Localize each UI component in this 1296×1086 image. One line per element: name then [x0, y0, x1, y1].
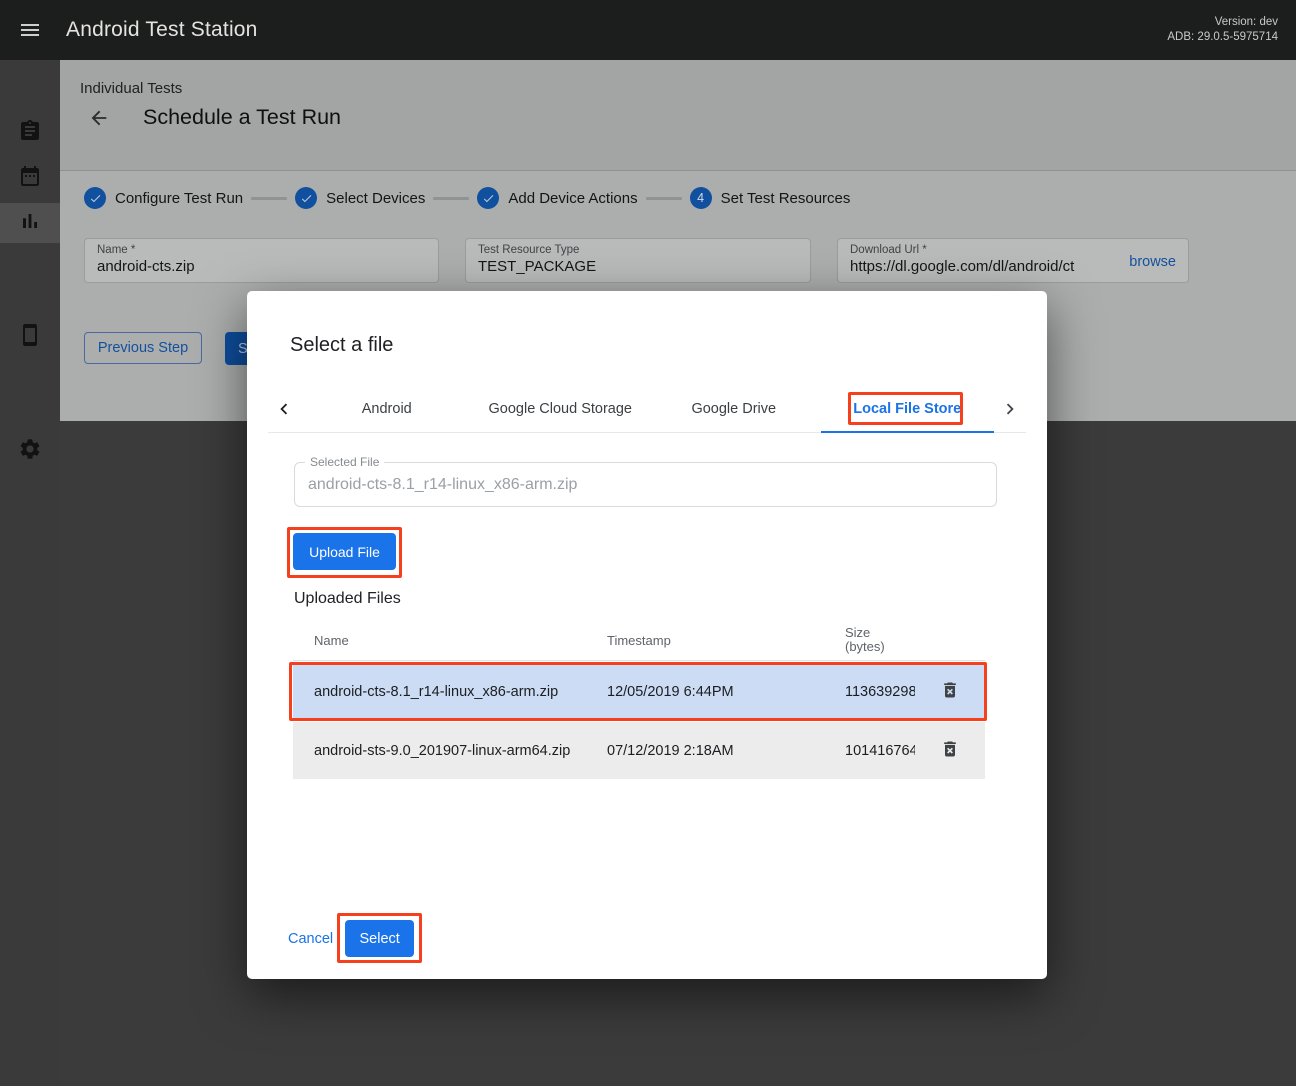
column-header-timestamp: Timestamp [607, 633, 845, 648]
trash-icon [940, 739, 960, 762]
gear-icon [18, 437, 42, 466]
field-label: Download Url * [850, 244, 1176, 256]
timestamp-cell: 07/12/2019 2:18AM [607, 743, 845, 759]
page-title: Schedule a Test Run [143, 105, 341, 130]
step-done-check-icon [84, 187, 106, 209]
field-value: https://dl.google.com/dl/android/ct [850, 258, 1108, 275]
calendar-icon [18, 164, 42, 193]
tab-label: Local File Store [853, 401, 961, 417]
test-resource-fields: Name * android-cts.zip Test Resource Typ… [84, 238, 1189, 283]
back-arrow-icon[interactable] [88, 107, 110, 129]
download-url-field[interactable]: Download Url * https://dl.google.com/dl/… [837, 238, 1189, 283]
stepper: Configure Test Run Select Devices Add De… [84, 187, 850, 209]
step-done-check-icon [477, 187, 499, 209]
previous-step-button[interactable]: Previous Step [84, 332, 202, 364]
selected-file-field[interactable]: Selected File android-cts-8.1_r14-linux_… [294, 462, 997, 507]
step-label: Set Test Resources [721, 190, 851, 207]
delete-file-button[interactable] [932, 733, 968, 769]
table-header-row: Name Timestamp Size (bytes) [293, 620, 985, 661]
step-set-test-resources[interactable]: 4 Set Test Resources [690, 187, 851, 209]
sidebar-item-devices[interactable] [0, 317, 60, 357]
top-app-bar: Android Test Station Version: dev ADB: 2… [0, 0, 1296, 60]
step-label: Add Device Actions [508, 190, 637, 207]
row-actions-cell [915, 733, 985, 769]
sidebar-item-schedule[interactable] [0, 158, 60, 198]
uploaded-files-heading: Uploaded Files [294, 590, 401, 608]
size-header-line1: Size [845, 626, 915, 640]
step-connector [251, 197, 287, 200]
tab-local-file-store[interactable]: Local File Store [821, 386, 995, 432]
field-label: Test Resource Type [478, 244, 798, 256]
selected-file-value: android-cts-8.1_r14-linux_x86-arm.zip [295, 463, 996, 506]
field-value: TEST_PACKAGE [478, 258, 798, 275]
file-name-cell: android-cts-8.1_r14-linux_x86-arm.zip [314, 684, 607, 700]
tab-android[interactable]: Android [300, 386, 474, 432]
tab-google-drive[interactable]: Google Drive [647, 386, 821, 432]
bar-chart-icon [18, 209, 42, 238]
dialog-actions: Cancel Select [288, 920, 414, 957]
file-name-cell: android-sts-9.0_201907-linux-arm64.zip [314, 743, 607, 759]
phone-icon [18, 323, 42, 352]
active-tab-underline [821, 431, 995, 433]
chevron-right-icon[interactable] [994, 386, 1026, 432]
clipboard-icon [18, 119, 42, 148]
sidebar-item-test-results[interactable] [0, 203, 60, 243]
tab-google-cloud-storage[interactable]: Google Cloud Storage [474, 386, 648, 432]
field-value: android-cts.zip [97, 258, 426, 275]
step-select-devices[interactable]: Select Devices [295, 187, 425, 209]
tabs-strip: Android Google Cloud Storage Google Driv… [300, 386, 994, 432]
test-resource-type-field[interactable]: Test Resource Type TEST_PACKAGE [465, 238, 811, 283]
step-configure-test-run[interactable]: Configure Test Run [84, 187, 243, 209]
adb-line: ADB: 29.0.5-5975714 [1167, 30, 1278, 45]
uploaded-file-row[interactable]: android-cts-8.1_r14-linux_x86-arm.zip 12… [293, 663, 985, 720]
version-info: Version: dev ADB: 29.0.5-5975714 [1167, 15, 1278, 45]
select-button[interactable]: Select [345, 920, 414, 957]
cancel-button[interactable]: Cancel [288, 931, 333, 947]
step-label: Select Devices [326, 190, 425, 207]
chevron-left-icon[interactable] [268, 386, 300, 432]
name-field[interactable]: Name * android-cts.zip [84, 238, 439, 283]
size-cell: 101416764 [845, 743, 915, 759]
screen: Android Test Station Version: dev ADB: 2… [0, 0, 1296, 1086]
step-connector [646, 197, 682, 200]
app-title: Android Test Station [66, 18, 258, 42]
tab-label: Android [362, 401, 412, 417]
selected-file-label: Selected File [305, 455, 384, 469]
trash-icon [940, 680, 960, 703]
uploaded-file-row[interactable]: android-sts-9.0_201907-linux-arm64.zip 0… [293, 722, 985, 779]
step-connector [433, 197, 469, 200]
breadcrumb: Individual Tests [80, 80, 182, 97]
page-subheader: Individual Tests Schedule a Test Run [60, 60, 1296, 170]
size-header-line2: (bytes) [845, 640, 915, 654]
version-line: Version: dev [1167, 15, 1278, 30]
sidebar-item-test-plans[interactable] [0, 113, 60, 153]
browse-link[interactable]: browse [1129, 254, 1176, 270]
tab-label: Google Drive [691, 401, 776, 417]
size-cell: 113639298 [845, 684, 915, 700]
step-number: 4 [690, 187, 712, 209]
step-label: Configure Test Run [115, 190, 243, 207]
file-source-tabs: Android Google Cloud Storage Google Driv… [268, 386, 1026, 433]
row-actions-cell [915, 674, 985, 710]
step-add-device-actions[interactable]: Add Device Actions [477, 187, 637, 209]
dialog-title: Select a file [290, 334, 393, 357]
tab-label: Google Cloud Storage [489, 401, 633, 417]
upload-file-button[interactable]: Upload File [293, 533, 396, 570]
field-label: Name * [97, 244, 426, 256]
column-header-size: Size (bytes) [845, 626, 915, 654]
step-done-check-icon [295, 187, 317, 209]
sidebar [0, 60, 60, 1086]
column-header-name: Name [314, 633, 607, 648]
uploaded-files-table: Name Timestamp Size (bytes) android-cts-… [293, 620, 985, 779]
menu-icon[interactable] [18, 18, 42, 42]
delete-file-button[interactable] [932, 674, 968, 710]
select-file-dialog: Select a file Android Google Cloud Stora… [247, 291, 1047, 979]
timestamp-cell: 12/05/2019 6:44PM [607, 684, 845, 700]
sidebar-item-settings[interactable] [0, 431, 60, 471]
